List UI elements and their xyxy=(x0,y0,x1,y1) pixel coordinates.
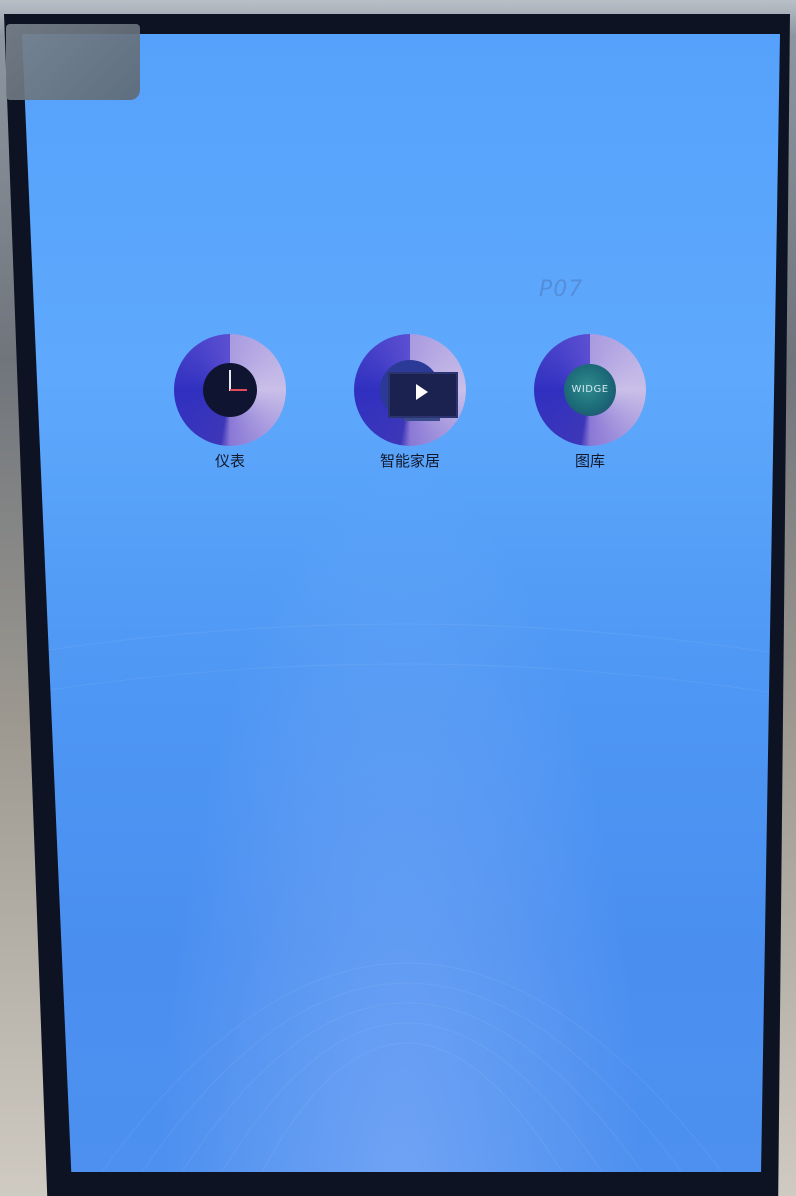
clock-minute-hand xyxy=(230,389,247,391)
gallery-icon: WIDGE xyxy=(534,334,646,446)
clock-hour-hand xyxy=(229,370,231,391)
tv-play-icon xyxy=(354,334,466,446)
clock-icon xyxy=(174,334,286,446)
background-wave-pattern xyxy=(22,623,780,1172)
watermark-text: P07 xyxy=(539,277,584,302)
gallery-icon-text: WIDGE xyxy=(571,384,609,395)
app-dashboard[interactable]: 仪表 xyxy=(165,334,295,471)
app-label-gallery: 图库 xyxy=(574,452,605,470)
device-screen: P07 仪表 智能家居 WIDGE 图库 xyxy=(22,34,780,1172)
screen-protector-tab xyxy=(6,24,140,100)
app-label-smart-home: 智能家居 xyxy=(379,452,440,470)
play-icon xyxy=(416,384,428,400)
app-smart-home[interactable]: 智能家居 xyxy=(345,334,475,471)
app-gallery[interactable]: WIDGE 图库 xyxy=(525,334,655,471)
tv-stand xyxy=(404,418,440,421)
app-label-dashboard: 仪表 xyxy=(214,452,245,470)
